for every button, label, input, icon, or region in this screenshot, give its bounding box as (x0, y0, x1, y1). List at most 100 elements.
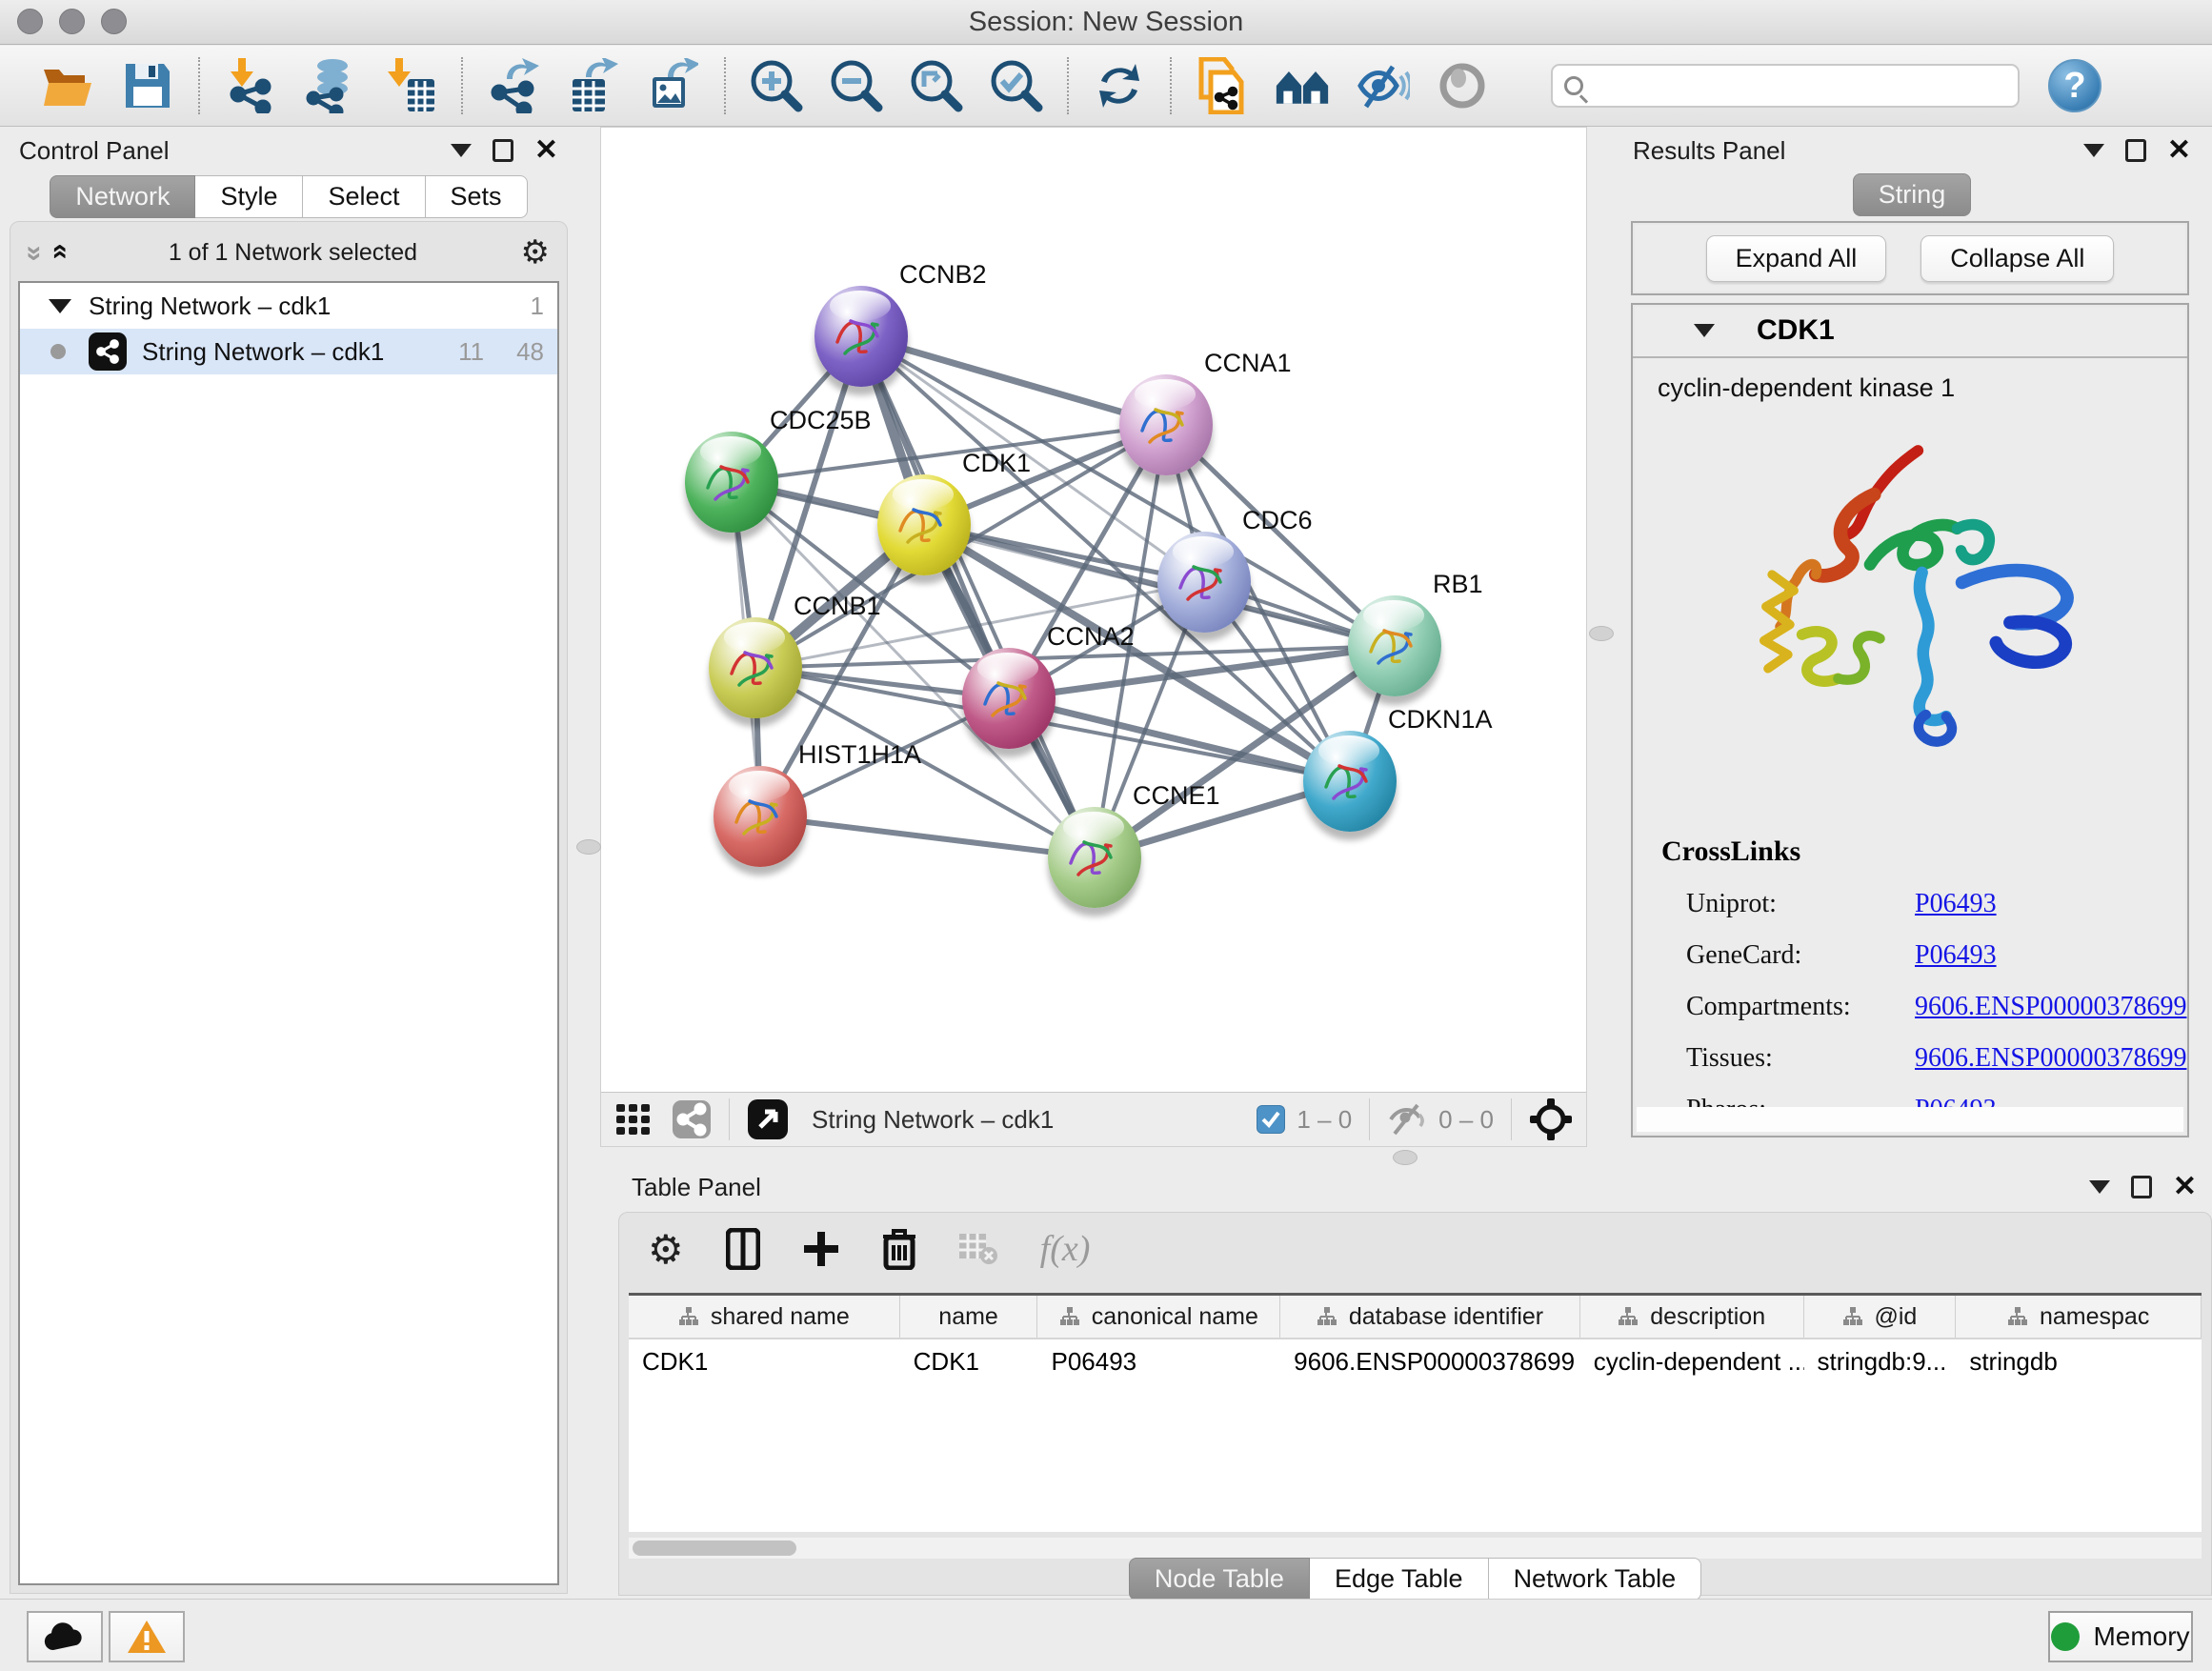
table-h-scrollbar-thumb[interactable] (633, 1540, 796, 1556)
network-node-CDC6[interactable] (1157, 532, 1251, 633)
tab-select[interactable]: Select (303, 175, 425, 218)
import-table-file-icon[interactable] (383, 58, 438, 113)
tab-edge-table[interactable]: Edge Table (1310, 1558, 1489, 1601)
panel-menu-icon[interactable] (2083, 144, 2104, 157)
crosslink-link[interactable]: P06493 (1915, 889, 1997, 919)
panel-float-icon[interactable] (2131, 1176, 2152, 1198)
import-network-file-icon[interactable] (223, 58, 278, 113)
show-columns-icon[interactable] (726, 1228, 760, 1270)
network-collection-row[interactable]: String Network – cdk1 1 (20, 283, 557, 329)
expand-all-icon[interactable]: » (42, 246, 74, 260)
results-scrollbar-track[interactable] (1637, 1107, 2183, 1132)
collapse-all-button[interactable]: Collapse All (1920, 235, 2114, 282)
detach-view-icon[interactable] (747, 1098, 789, 1140)
network-node-CDC25B[interactable] (685, 432, 778, 533)
string-view-icon[interactable] (672, 1099, 712, 1139)
show-graphics-details-icon[interactable] (1435, 58, 1490, 113)
panel-menu-icon[interactable] (451, 144, 472, 157)
table-cell[interactable]: 9606.ENSP00000378699 (1280, 1339, 1580, 1383)
crosslink-link[interactable]: 9606.ENSP00000378699 (1915, 992, 2186, 1022)
horizontal-splitter-handle[interactable] (1393, 1150, 1418, 1165)
network-node-CDKN1A[interactable] (1303, 731, 1397, 832)
tab-string[interactable]: String (1853, 173, 1972, 216)
network-edge[interactable] (861, 336, 1095, 857)
delete-column-icon[interactable] (882, 1228, 916, 1270)
zoom-in-icon[interactable] (749, 58, 804, 113)
collection-expand-icon[interactable] (49, 299, 71, 313)
column-header-shared-name[interactable]: shared name (629, 1296, 900, 1338)
memory-button[interactable]: Memory (2048, 1611, 2193, 1662)
network-node-RB1[interactable] (1348, 595, 1441, 696)
help-button[interactable]: ? (2048, 59, 2101, 112)
panel-menu-icon[interactable] (2089, 1180, 2110, 1194)
cloud-status-button[interactable] (27, 1611, 103, 1662)
open-session-icon[interactable] (40, 58, 95, 113)
shared-column-icon (1059, 1306, 1080, 1327)
network-node-HIST1H1A[interactable] (714, 766, 807, 867)
import-network-database-icon[interactable] (303, 58, 358, 113)
network-canvas[interactable]: CCNB2CCNA1CDC25BCDK1CDC6RB1CCNB1CCNA2CDK… (601, 128, 1586, 1092)
zoom-selected-icon[interactable] (989, 58, 1044, 113)
column-header-@id[interactable]: @id (1804, 1296, 1957, 1338)
network-node-CCNB1[interactable] (709, 617, 802, 718)
tab-style[interactable]: Style (195, 175, 303, 218)
table-row[interactable]: CDK1CDK1P064939606.ENSP00000378699cyclin… (629, 1339, 2202, 1383)
panel-float-icon[interactable] (493, 139, 513, 162)
column-header-name[interactable]: name (900, 1296, 1038, 1338)
panel-close-icon[interactable]: ✕ (2167, 139, 2191, 162)
tab-network-table[interactable]: Network Table (1489, 1558, 1702, 1601)
crosslink-link[interactable]: 9606.ENSP00000378699 (1915, 1043, 2186, 1074)
grid-view-icon[interactable] (614, 1100, 653, 1138)
network-node-CDK1[interactable] (877, 474, 971, 575)
network-row-selected[interactable]: String Network – cdk1 11 48 (20, 329, 557, 374)
search-input[interactable] (1593, 71, 2006, 101)
save-session-icon[interactable] (120, 58, 175, 113)
crosslink-link[interactable]: P06493 (1915, 940, 1997, 971)
hidden-node-edge-counts: 0 – 0 (1438, 1105, 1494, 1135)
protein-section-header[interactable]: CDK1 (1633, 305, 2187, 358)
clone-network-icon[interactable] (1195, 58, 1250, 113)
column-header-namespac[interactable]: namespac (1956, 1296, 2202, 1338)
network-node-CCNA2[interactable] (962, 648, 1056, 749)
export-table-icon[interactable] (566, 58, 621, 113)
memory-label: Memory (2093, 1621, 2189, 1652)
table-cell[interactable]: P06493 (1037, 1339, 1280, 1383)
network-node-CCNB2[interactable] (814, 286, 908, 387)
gear-icon[interactable]: ⚙ (521, 233, 550, 272)
network-edge[interactable] (760, 816, 1095, 857)
network-node-CCNE1[interactable] (1048, 807, 1141, 908)
panel-close-icon[interactable]: ✕ (534, 139, 558, 162)
create-column-icon[interactable] (802, 1230, 840, 1268)
tab-network[interactable]: Network (50, 175, 195, 218)
table-cell[interactable]: stringdb (1956, 1339, 2202, 1383)
zoom-fit-icon[interactable] (909, 58, 964, 113)
table-settings-icon[interactable]: ⚙ (648, 1226, 684, 1273)
tab-sets[interactable]: Sets (426, 175, 528, 218)
refresh-view-icon[interactable] (1092, 58, 1147, 113)
table-h-scrollbar[interactable] (629, 1538, 2202, 1559)
table-cell[interactable]: cyclin-dependent ... (1580, 1339, 1804, 1383)
network-node-CCNA1[interactable] (1119, 374, 1213, 475)
selected-items-checkbox[interactable] (1257, 1105, 1285, 1134)
network-selected-status: 1 of 1 Network selected (65, 239, 520, 267)
vertical-splitter-handle[interactable] (576, 839, 601, 855)
section-collapse-icon[interactable] (1694, 324, 1715, 337)
table-cell[interactable]: CDK1 (900, 1339, 1038, 1383)
export-image-icon[interactable] (646, 58, 701, 113)
panel-float-icon[interactable] (2125, 139, 2146, 162)
column-header-description[interactable]: description (1580, 1296, 1804, 1338)
birds-eye-toggle-icon[interactable] (1529, 1097, 1573, 1141)
table-cell[interactable]: CDK1 (629, 1339, 900, 1383)
enable-glass-effect-icon[interactable] (1355, 58, 1410, 113)
table-cell[interactable]: stringdb:9... (1804, 1339, 1957, 1383)
vertical-splitter-handle[interactable] (1589, 626, 1614, 641)
column-header-canonical-name[interactable]: canonical name (1037, 1296, 1280, 1338)
string-home-icon[interactable] (1275, 58, 1330, 113)
warnings-button[interactable] (109, 1611, 185, 1662)
export-network-icon[interactable] (486, 58, 541, 113)
expand-all-button[interactable]: Expand All (1706, 235, 1887, 282)
column-header-database-identifier[interactable]: database identifier (1280, 1296, 1580, 1338)
panel-close-icon[interactable]: ✕ (2173, 1176, 2197, 1198)
zoom-out-icon[interactable] (829, 58, 884, 113)
tab-node-table[interactable]: Node Table (1129, 1558, 1310, 1601)
